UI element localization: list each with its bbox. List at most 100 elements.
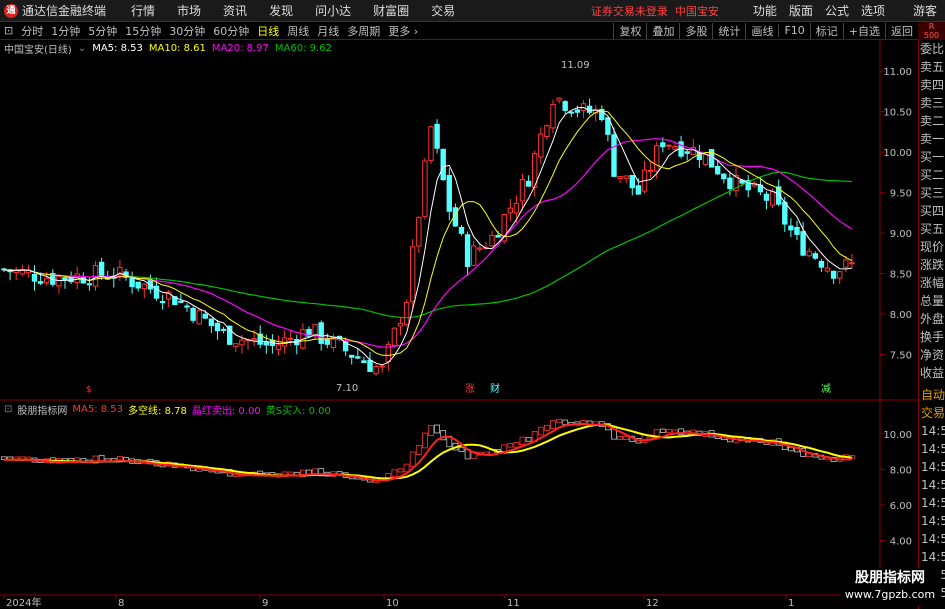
date-tick-label: 8 — [118, 598, 124, 609]
ind-step-box — [403, 463, 410, 473]
candle-body — [239, 339, 245, 346]
side-item-18[interactable]: 收益 — [919, 364, 945, 382]
price-tick-label: 9.50 — [890, 189, 912, 200]
date-tick-label: 10 — [386, 598, 399, 609]
side-item-10[interactable]: 买五 — [919, 220, 945, 238]
candle-body — [318, 322, 324, 344]
side-item-1[interactable]: 卖五 — [919, 58, 945, 76]
ma10-label: MA10: 8.61 — [148, 42, 206, 54]
side-item-4[interactable]: 卖二 — [919, 112, 945, 130]
ind-step-box — [397, 468, 404, 473]
rbox-icon[interactable]: R 500 — [918, 22, 945, 40]
trade-item-1[interactable]: 交易 — [919, 404, 945, 422]
candle-body — [763, 193, 770, 201]
ma60-label: MA60: 9.62 — [274, 42, 332, 54]
ind-step-box — [98, 454, 105, 462]
price-tick-label: 10.00 — [883, 148, 912, 159]
indicator-name[interactable]: 股朋指标网 — [17, 402, 67, 417]
side-item-8[interactable]: 买三 — [919, 184, 945, 202]
candle-body — [227, 325, 233, 345]
candle-body — [550, 103, 556, 129]
ind-tick-label: 4.00 — [890, 537, 912, 548]
candle-body — [86, 283, 93, 286]
ind-step-box — [434, 424, 441, 434]
ind-duokong-label: 多空线: 8.78 — [128, 405, 187, 417]
side-item-5[interactable]: 卖一 — [919, 130, 945, 148]
candle-body — [574, 109, 581, 113]
side-item-17[interactable]: 净资 — [919, 346, 945, 364]
candle-body — [477, 247, 483, 250]
main-info-bar: 中国宝安(日线) ⌄ MA5: 8.53 MA10: 8.61 MA20: 8.… — [0, 41, 880, 56]
indicator-icon[interactable]: ⊡ — [4, 404, 12, 415]
date-tick-label: 2024年 — [6, 596, 41, 609]
ind-step-box — [409, 451, 416, 467]
trade-item-9: 14:56 — [921, 550, 945, 564]
side-item-11[interactable]: 现价 — [919, 238, 945, 256]
quote-side-panel: 委比 卖五 卖四 卖三 卖二 卖一 买一 买二 买三 买四 买五 现价 涨跌 涨幅 总量 外盘 换手 净资 收益 — [918, 40, 945, 400]
side-item-7[interactable]: 买二 — [919, 166, 945, 184]
watermark: 股朋指标网 www.7gpzb.com — [840, 568, 940, 606]
high-annotation: 11.09 — [561, 60, 590, 71]
watermark-url: www.7gpzb.com — [844, 588, 936, 601]
trade-item-4: 14:56 — [921, 460, 945, 474]
price-tick-label: 11.00 — [883, 67, 912, 78]
ind-step-box — [550, 420, 556, 429]
candle-body — [788, 225, 794, 231]
candle-body — [702, 153, 709, 165]
candle-body — [373, 366, 379, 375]
side-item-0[interactable]: 委比 — [919, 40, 945, 58]
side-item-9[interactable]: 买四 — [919, 202, 945, 220]
kline-chart[interactable]: 11.00 10.50 10.00 9.50 9.00 8.50 8.00 7.50 10.00… — [0, 0, 918, 609]
candle-body — [525, 180, 532, 187]
side-item-6[interactable]: 买一 — [919, 148, 945, 166]
ind-yellow-buy-label: 黄S买入: 0.00 — [265, 405, 331, 417]
candle-body — [275, 344, 282, 351]
candle-body — [288, 337, 294, 340]
side-item-16[interactable]: 换手 — [919, 328, 945, 346]
ind-step-box — [562, 419, 569, 426]
candle-body — [37, 281, 44, 284]
trade-item-6: 14:56 — [921, 496, 945, 510]
price-tick-label: 10.50 — [883, 108, 912, 119]
ind-step-box — [659, 428, 666, 433]
candle-body — [684, 151, 690, 154]
ind-tick-label: 6.00 — [890, 501, 912, 512]
stock-name: 中国宝安(日线) — [4, 44, 72, 56]
candle-body — [263, 341, 270, 346]
side-item-15[interactable]: 外盘 — [919, 310, 945, 328]
ind-tick-label: 10.00 — [883, 430, 912, 441]
candle-body — [727, 177, 733, 190]
event-mark-cai: 财 — [490, 382, 500, 395]
trade-item-0[interactable]: 自动 — [919, 386, 945, 404]
side-item-14[interactable]: 总量 — [919, 292, 945, 310]
candle-body — [849, 262, 855, 265]
candle-body — [324, 338, 331, 345]
side-item-2[interactable]: 卖四 — [919, 76, 945, 94]
candle-body — [410, 246, 416, 302]
candle-body — [611, 134, 617, 177]
candle-body — [721, 173, 727, 180]
candle-body — [471, 245, 477, 266]
candle-body — [507, 207, 514, 214]
indicator-info-bar: ⊡ 股朋指标网 MA5: 8.53 多空线: 8.78 晶红卖出: 0.00 黄… — [0, 402, 880, 417]
candle-body — [672, 145, 678, 150]
price-tick-label: 8.50 — [890, 270, 912, 281]
side-item-3[interactable]: 卖三 — [919, 94, 945, 112]
price-tick-label: 9.00 — [890, 229, 912, 240]
side-item-12[interactable]: 涨跌 — [919, 256, 945, 274]
candle-body — [434, 123, 440, 149]
candle-body — [178, 300, 184, 303]
candle-body — [830, 270, 837, 279]
ind-step-box — [287, 471, 294, 476]
candle-body — [464, 234, 471, 267]
side-item-13[interactable]: 涨幅 — [919, 274, 945, 292]
candle-body — [660, 142, 666, 148]
expand-icon[interactable]: ⌄ — [78, 43, 86, 54]
candle-body — [794, 226, 800, 235]
candle-body — [568, 111, 574, 114]
candle-body — [812, 253, 818, 259]
candle-body — [379, 365, 385, 368]
candle-body — [251, 338, 257, 341]
candle-body — [635, 185, 642, 195]
candle-body — [129, 277, 135, 288]
